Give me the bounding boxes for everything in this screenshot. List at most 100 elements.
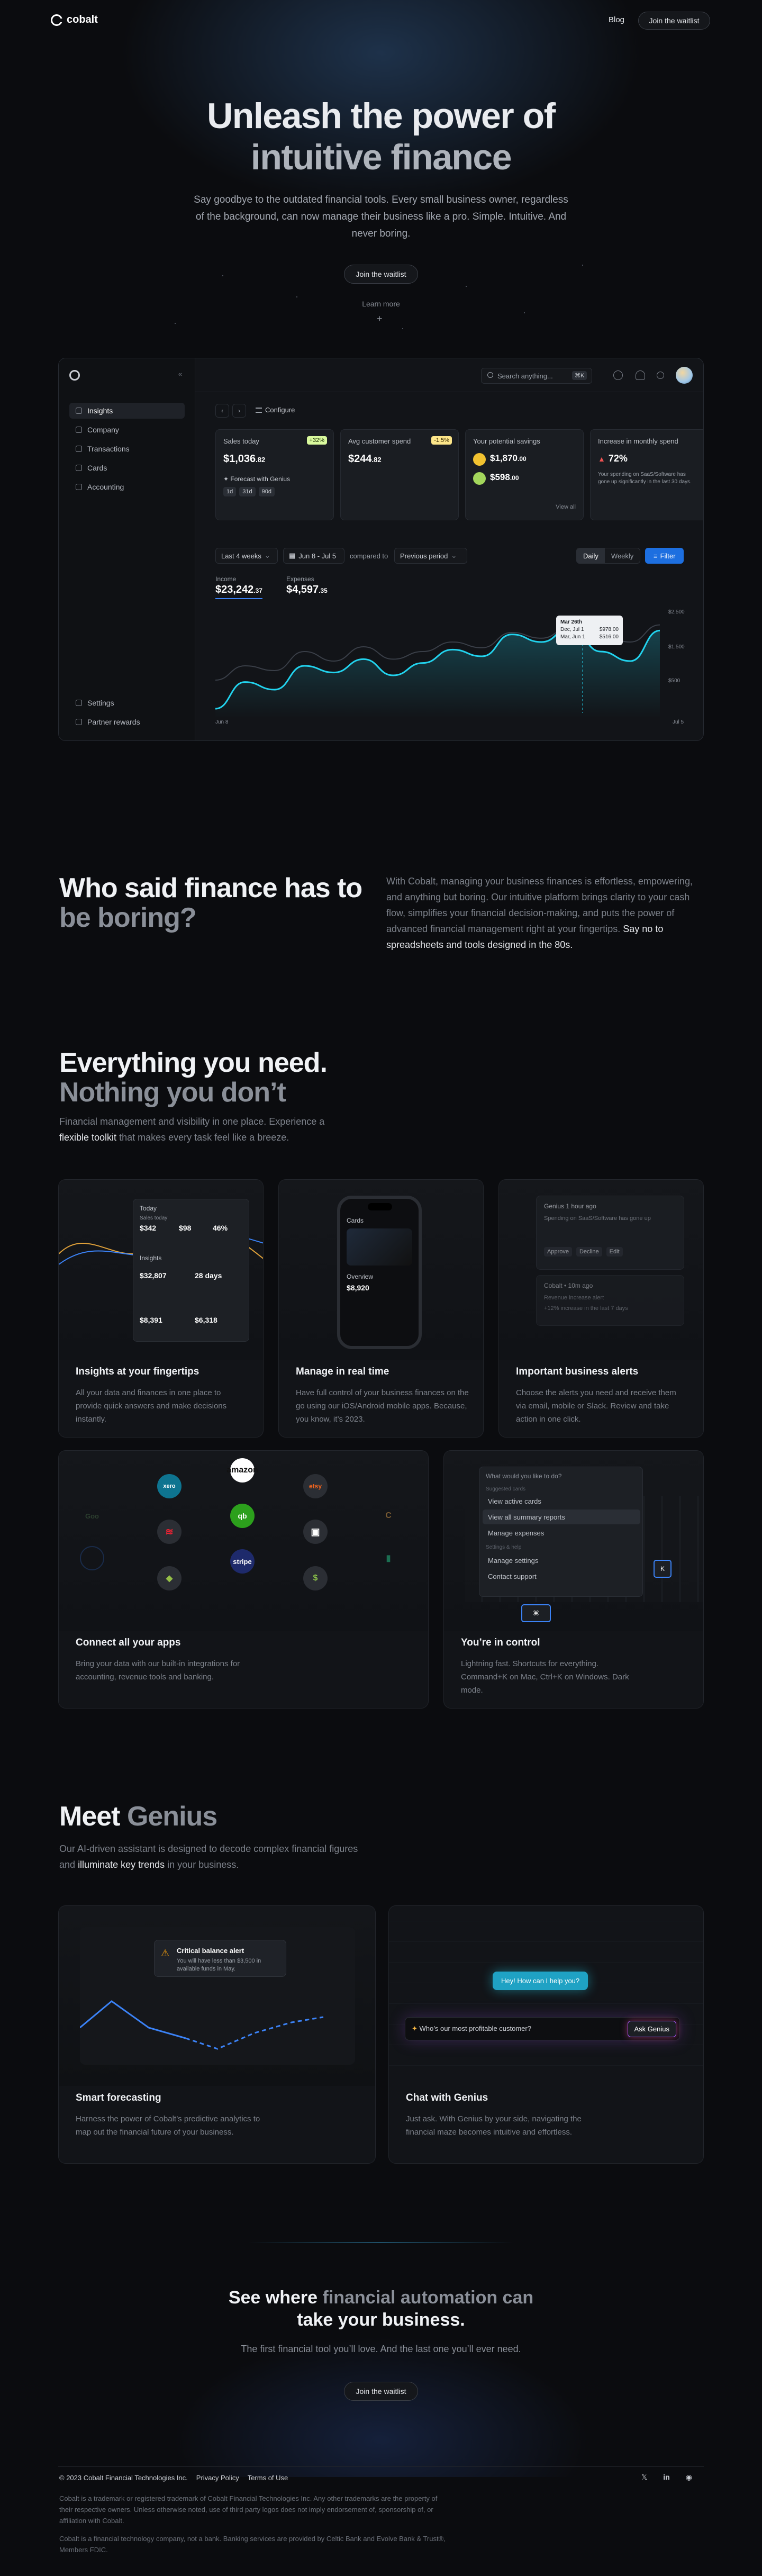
sidebar-item-insights[interactable]: Insights <box>69 403 185 419</box>
forward-button[interactable]: › <box>232 404 246 418</box>
chip[interactable]: 31d <box>239 487 256 496</box>
savings-coin-icon <box>473 453 486 466</box>
privacy-link[interactable]: Privacy Policy <box>196 2474 239 2482</box>
hero-waitlist-button[interactable]: Join the waitlist <box>344 265 418 284</box>
nav-waitlist-button[interactable]: Join the waitlist <box>638 12 710 30</box>
feature-title: Chat with Genius <box>406 2092 488 2103</box>
chip[interactable]: 1d <box>223 487 237 496</box>
command-label: View all summary reports <box>488 1513 565 1521</box>
command-row[interactable]: Contact support <box>483 1569 640 1584</box>
nav-blog-link[interactable]: Blog <box>609 15 624 24</box>
mock-value: $342 <box>140 1224 157 1232</box>
tooltip-row-value: $978.00 <box>599 627 619 632</box>
terms-link[interactable]: Terms of Use <box>248 2474 288 2482</box>
sidebar-item-accounting[interactable]: Accounting <box>69 479 185 495</box>
footer-links: © 2023 Cobalt Financial Technologies Inc… <box>59 2474 288 2482</box>
cta-title-grey: financial automation can <box>322 2288 534 2308</box>
genius-card-forecasting[interactable]: ⚠ Critical balance alert You will have l… <box>58 1905 376 2164</box>
date-select[interactable]: ▦ Jun 8 - Jul 5 <box>283 548 344 564</box>
sidebar-item-company[interactable]: Company <box>69 422 185 438</box>
help-icon[interactable] <box>657 372 664 379</box>
range-select[interactable]: Last 4 weeks ⌄ <box>215 548 278 564</box>
income-label: Income <box>215 575 237 583</box>
partner-icon: C <box>385 1511 392 1520</box>
mock-value: 28 days <box>195 1271 222 1280</box>
command-input[interactable]: What would you like to do? <box>486 1472 561 1480</box>
legal-text: Cobalt is a trademark or registered trad… <box>59 2494 438 2525</box>
feature-card-realtime[interactable]: Cards Overview $8,920 Manage in real tim… <box>278 1179 484 1438</box>
feature-title: Smart forecasting <box>76 2092 161 2103</box>
command-row[interactable]: Manage settings <box>483 1553 640 1568</box>
command-row[interactable]: View all summary reports <box>483 1510 640 1524</box>
boring-title-white: Who said finance has to <box>59 873 362 903</box>
star-dot <box>296 296 297 297</box>
y-tick: $1,500 <box>668 644 685 650</box>
stripe-icon: stripe <box>230 1549 255 1574</box>
tab-weekly[interactable]: Weekly <box>605 548 640 563</box>
linkedin-icon[interactable]: in <box>663 2473 669 2482</box>
alert-text: +12% increase in the last 7 days <box>544 1305 628 1312</box>
period-select[interactable]: Previous period ⌄ <box>394 548 467 564</box>
alert-title: Critical balance alert <box>177 1947 244 1955</box>
card-label: Avg customer spend <box>348 437 411 445</box>
command-row[interactable]: Manage expenses <box>483 1525 640 1540</box>
avg-spend-card[interactable]: Avg customer spend -1.5% $244.82 <box>340 429 459 520</box>
filter-button[interactable]: ≡ Filter <box>645 548 684 564</box>
sidebar-item-partner-rewards[interactable]: Partner rewards <box>69 714 185 730</box>
chat-input[interactable]: ✦ Who’s our most profitable customer? As… <box>405 2017 680 2040</box>
mock-label: Overview <box>347 1273 374 1280</box>
configure-button[interactable]: Configure <box>256 406 295 414</box>
bell-icon[interactable] <box>636 370 645 380</box>
brand-logo[interactable]: cobalt <box>51 14 98 26</box>
view-all-link[interactable]: View all <box>556 504 576 510</box>
back-button[interactable]: ‹ <box>215 404 229 418</box>
spend-increase-card[interactable]: Increase in monthly spend ▲ 72% Your spen… <box>590 429 703 520</box>
sales-today-card[interactable]: Sales today +32% $1,036.82 ✦ Forecast wi… <box>215 429 334 520</box>
star-dot <box>222 275 223 276</box>
feature-card-control[interactable]: What would you like to do? Suggested car… <box>443 1450 704 1709</box>
partner-icon <box>80 1546 104 1570</box>
k-key: K <box>654 1560 672 1578</box>
github-icon[interactable]: ◉ <box>686 2473 692 2482</box>
hero-title: Unleash the power of intuitive finance <box>116 95 646 178</box>
gear-icon[interactable] <box>613 370 623 380</box>
ask-genius-button[interactable]: Ask Genius <box>627 2021 676 2037</box>
sidebar-item-settings[interactable]: Settings <box>69 695 185 711</box>
card-cents: .82 <box>371 456 382 464</box>
chip[interactable]: 90d <box>258 487 275 496</box>
savings-bag-icon <box>473 472 486 485</box>
collapse-icon[interactable]: « <box>178 370 182 378</box>
interval-toggle[interactable]: Daily Weekly <box>576 548 641 564</box>
x-icon[interactable]: 𝕏 <box>641 2473 647 2482</box>
command-row[interactable]: View active cards <box>483 1494 640 1508</box>
savings-card[interactable]: Your potential savings $1,870.00 $598.00… <box>465 429 584 520</box>
feature-visual: Hey! How can I help you? ✦ Who’s our mos… <box>389 1906 703 2086</box>
feature-visual: xero amazon etsy ≋ qb ▣ stripe ◆ $ Goo C… <box>59 1451 428 1631</box>
genius-title-white: Meet <box>59 1801 120 1832</box>
approve-button[interactable]: Approve <box>544 1247 572 1257</box>
command-section: Settings & help <box>486 1544 522 1550</box>
feature-title: Connect all your apps <box>76 1637 181 1648</box>
card-value: $1,870 <box>490 453 518 463</box>
feature-card-apps[interactable]: xero amazon etsy ≋ qb ▣ stripe ◆ $ Goo C… <box>58 1450 429 1709</box>
everything-title: Everything you need. Nothing you don’t <box>59 1048 430 1107</box>
cards-icon <box>76 465 82 471</box>
avatar[interactable] <box>676 367 693 384</box>
genius-card-chat[interactable]: Hey! How can I help you? ✦ Who’s our mos… <box>388 1905 704 2164</box>
warning-icon: ⚠ <box>161 1948 170 1958</box>
mock-label: Today <box>140 1205 157 1212</box>
decline-button[interactable]: Decline <box>576 1247 602 1257</box>
sparkle-icon: ✦ <box>412 2024 420 2032</box>
sidebar-item-transactions[interactable]: Transactions <box>69 441 185 457</box>
feature-card-alerts[interactable]: Genius 1 hour ago Spending on SaaS/Softw… <box>498 1179 704 1438</box>
filter-icon: ≡ <box>654 552 658 560</box>
cta-waitlist-button[interactable]: Join the waitlist <box>344 2382 418 2401</box>
tab-daily[interactable]: Daily <box>577 548 605 563</box>
cta-title-white: See where <box>228 2288 318 2308</box>
forecast-link[interactable]: ✦ Forecast with Genius <box>223 475 290 483</box>
star-dot <box>582 265 583 266</box>
learn-more-link[interactable]: Learn more <box>339 300 423 308</box>
sidebar-item-cards[interactable]: Cards <box>69 460 185 476</box>
feature-card-insights[interactable]: Today Sales today $342 $98 46% Insights … <box>58 1179 264 1438</box>
edit-button[interactable]: Edit <box>606 1247 623 1257</box>
